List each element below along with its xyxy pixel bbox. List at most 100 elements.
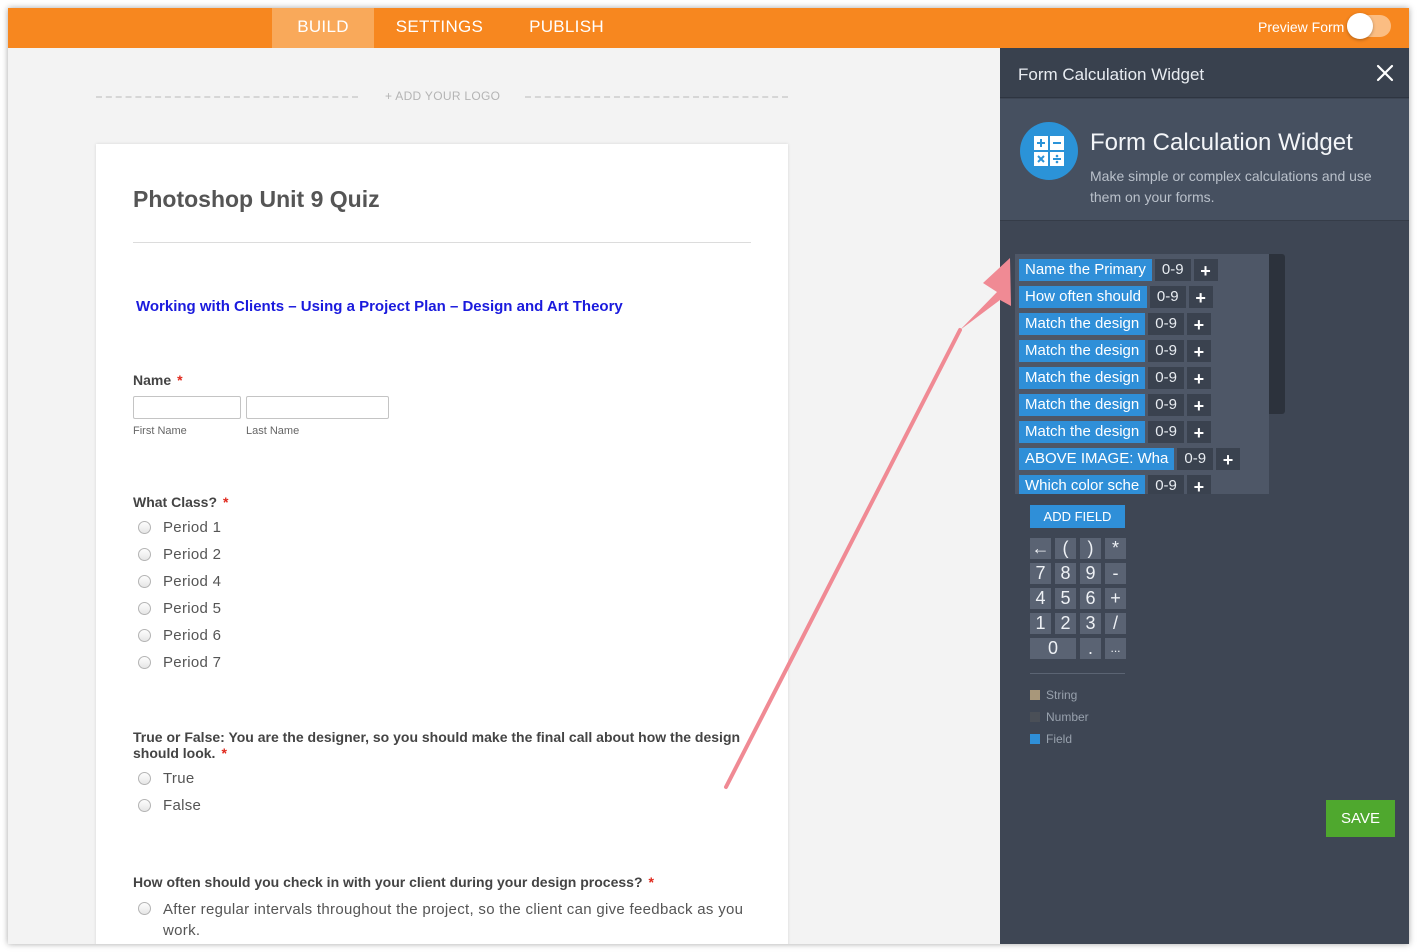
required-mark: * [221, 745, 227, 761]
add-field-plus-button[interactable]: + [1186, 421, 1211, 443]
add-field-plus-button[interactable]: + [1216, 448, 1241, 470]
radio-button[interactable] [138, 902, 151, 915]
legend-string: String [1030, 688, 1077, 702]
option-period-4[interactable]: Period 4 [138, 572, 221, 590]
legend-field: Field [1030, 732, 1072, 746]
key-decimal[interactable]: . [1080, 638, 1101, 659]
field-range: 0-9 [1148, 475, 1184, 494]
add-field-plus-button[interactable]: + [1186, 475, 1211, 494]
widget-info: Form Calculation Widget Make simple or c… [1000, 99, 1409, 221]
key-9[interactable]: 9 [1080, 563, 1101, 584]
key-1[interactable]: 1 [1030, 613, 1051, 634]
last-name-sublabel: Last Name [246, 425, 300, 437]
tab-build[interactable]: BUILD [272, 8, 374, 48]
radio-button[interactable] [138, 771, 151, 785]
app-window: BUILD SETTINGS PUBLISH Preview Form + AD… [8, 8, 1409, 944]
option-true[interactable]: True [138, 769, 195, 787]
field-row: ABOVE IMAGE: Wha 0-9 + [1019, 448, 1241, 470]
field-range: 0-9 [1154, 259, 1191, 281]
name-question-label: Name * [133, 372, 183, 388]
legend-swatch [1030, 734, 1040, 744]
field-button[interactable]: Match the design [1019, 421, 1146, 443]
key-close-paren[interactable]: ) [1080, 538, 1101, 559]
tab-settings[interactable]: SETTINGS [383, 8, 496, 48]
field-button[interactable]: Which color sche [1019, 475, 1146, 494]
field-button[interactable]: Match the design [1019, 367, 1146, 389]
field-row: Match the design 0-9 + [1019, 421, 1211, 443]
add-field-plus-button[interactable]: + [1188, 286, 1213, 308]
radio-button[interactable] [138, 574, 151, 588]
radio-button[interactable] [138, 547, 151, 561]
legend-swatch [1030, 712, 1040, 722]
tab-publish[interactable]: PUBLISH [513, 8, 620, 48]
field-button[interactable]: Match the design [1019, 313, 1146, 335]
field-row: How often should 0-9 + [1019, 286, 1213, 308]
check-in-question-label: How often should you check in with your … [133, 874, 654, 890]
radio-button[interactable] [138, 628, 151, 642]
close-icon[interactable] [1375, 63, 1395, 83]
add-field-plus-button[interactable]: + [1186, 394, 1211, 416]
first-name-input[interactable] [133, 396, 241, 419]
key-0[interactable]: 0 [1030, 638, 1076, 659]
field-button[interactable]: How often should [1019, 286, 1147, 308]
panel-header: Form Calculation Widget [1000, 48, 1409, 98]
radio-button[interactable] [138, 601, 151, 615]
field-list-scrollbar[interactable] [1269, 254, 1285, 414]
radio-button[interactable] [138, 798, 151, 812]
field-button[interactable]: Match the design [1019, 340, 1146, 362]
key-2[interactable]: 2 [1055, 613, 1076, 634]
top-bar: BUILD SETTINGS PUBLISH Preview Form [8, 8, 1409, 48]
first-name-sublabel: First Name [133, 425, 187, 437]
add-field-plus-button[interactable]: + [1186, 340, 1211, 362]
field-range: 0-9 [1177, 448, 1214, 470]
calculation-widget-panel: Form Calculation Widget Form Calculation… [1000, 48, 1409, 944]
preview-form-toggle[interactable] [1347, 13, 1391, 39]
field-button[interactable]: Match the design [1019, 394, 1146, 416]
key-divide[interactable]: / [1105, 613, 1126, 634]
calculator-icon [1020, 122, 1078, 180]
option-period-2[interactable]: Period 2 [138, 545, 221, 563]
add-field-plus-button[interactable]: + [1193, 259, 1218, 281]
option-period-7[interactable]: Period 7 [138, 653, 221, 671]
key-open-paren[interactable]: ( [1055, 538, 1076, 559]
field-row: Match the design 0-9 + [1019, 394, 1211, 416]
radio-button[interactable] [138, 520, 151, 534]
radio-button[interactable] [138, 655, 151, 669]
title-divider [133, 242, 751, 243]
key-backspace[interactable]: ← [1030, 538, 1051, 559]
field-range: 0-9 [1148, 313, 1184, 335]
panel-header-title: Form Calculation Widget [1018, 65, 1205, 84]
logo-divider-left [96, 96, 358, 98]
key-plus[interactable]: + [1105, 588, 1126, 609]
key-more[interactable]: ... [1105, 638, 1126, 659]
required-mark: * [223, 494, 229, 510]
add-field-button[interactable]: ADD FIELD [1030, 505, 1125, 528]
option-period-6[interactable]: Period 6 [138, 626, 221, 644]
key-multiply[interactable]: * [1105, 538, 1126, 559]
add-logo-link[interactable]: + ADD YOUR LOGO [385, 89, 500, 103]
save-button[interactable]: SAVE [1326, 800, 1395, 837]
add-field-plus-button[interactable]: + [1186, 313, 1211, 335]
option-period-1[interactable]: Period 1 [138, 518, 221, 536]
key-3[interactable]: 3 [1080, 613, 1101, 634]
key-5[interactable]: 5 [1055, 588, 1076, 609]
key-6[interactable]: 6 [1080, 588, 1101, 609]
last-name-input[interactable] [246, 396, 389, 419]
option-false[interactable]: False [138, 796, 201, 814]
key-4[interactable]: 4 [1030, 588, 1051, 609]
widget-description: Make simple or complex calculations and … [1090, 168, 1372, 205]
field-button[interactable]: Name the Primary [1019, 259, 1152, 281]
key-8[interactable]: 8 [1055, 563, 1076, 584]
true-false-question-label: True or False: You are the designer, so … [133, 729, 741, 761]
form-title[interactable]: Photoshop Unit 9 Quiz [133, 186, 380, 213]
add-field-plus-button[interactable]: + [1186, 367, 1211, 389]
key-7[interactable]: 7 [1030, 563, 1051, 584]
form-subtitle[interactable]: Working with Clients – Using a Project P… [136, 298, 623, 315]
widget-name: Form Calculation Widget [1090, 129, 1353, 156]
option-period-5[interactable]: Period 5 [138, 599, 221, 617]
key-minus[interactable]: - [1105, 563, 1126, 584]
option-regular-intervals[interactable]: After regular intervals throughout the p… [138, 899, 748, 941]
legend-number: Number [1030, 710, 1089, 724]
required-mark: * [177, 372, 183, 388]
field-button[interactable]: ABOVE IMAGE: Wha [1019, 448, 1175, 470]
